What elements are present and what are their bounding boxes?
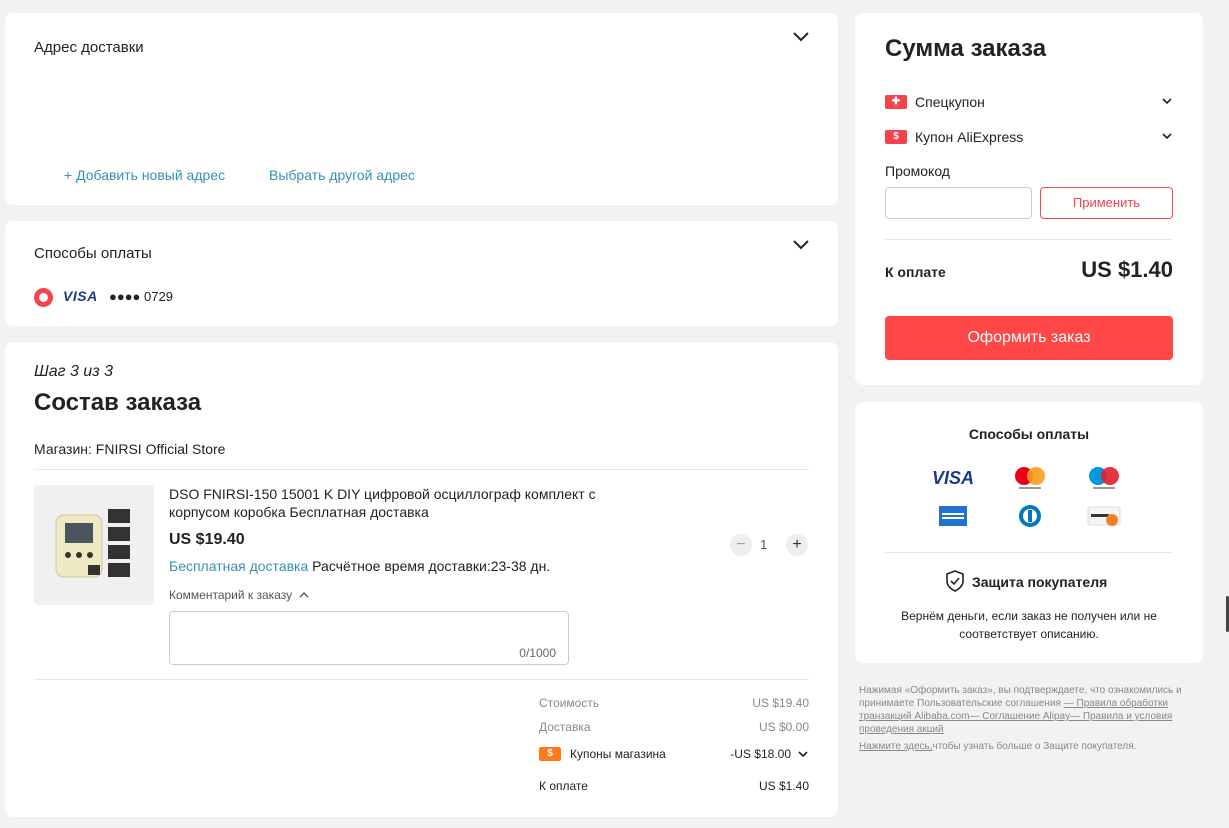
total-value: US $1.40 [758, 779, 809, 793]
chevron-down-icon[interactable] [792, 239, 809, 253]
divider [885, 552, 1173, 553]
divider [34, 679, 809, 680]
delivery-row: Доставка US $0.00 [539, 720, 809, 734]
order-comment-label: Комментарий к заказу [169, 588, 293, 602]
free-shipping-label: Бесплатная доставка [169, 558, 309, 574]
shield-check-icon [945, 570, 965, 595]
buyer-protection-title: Защита покупателя [972, 574, 1108, 590]
choose-other-address-link[interactable]: Выбрать другой адрес [269, 167, 415, 183]
protection-more-text: чтобы узнать больше о Защите покупателя. [932, 741, 1137, 752]
order-title: Состав заказа [34, 389, 202, 416]
card-number: ●●●● 0729 [109, 289, 173, 304]
aliexpress-coupon-label: Купон AliExpress [915, 129, 1024, 145]
order-summary-card: Сумма заказа ✚ Спецкупон $ Купон AliExpr… [855, 13, 1203, 385]
store-coupons-label: Купоны магазина [570, 747, 666, 761]
amount-due-label: К оплате [885, 264, 946, 280]
divider [34, 469, 809, 470]
special-coupon-icon: ✚ [885, 95, 907, 109]
chevron-down-icon[interactable] [792, 31, 809, 45]
amount-due-value: US $1.40 [1081, 257, 1173, 282]
mastercard-icon [1007, 464, 1053, 489]
product-image[interactable] [34, 485, 154, 605]
click-here-link[interactable]: Нажмите здесь, [859, 741, 933, 752]
total-row: К оплате US $1.40 [539, 779, 809, 793]
delivery-label: Доставка [539, 720, 591, 734]
divider [885, 239, 1173, 240]
store-coupons-value: -US $18.00 [730, 747, 791, 761]
total-label: К оплате [539, 779, 588, 793]
discover-icon [1081, 504, 1127, 528]
american-express-icon [930, 504, 976, 528]
aliexpress-coupon-icon: $ [885, 130, 907, 144]
legal-notice: Нажимая «Оформить заказ», вы подтверждае… [859, 684, 1204, 753]
order-summary-title: Сумма заказа [885, 35, 1047, 62]
payment-method-title: Способы оплаты [34, 245, 152, 262]
promo-code-input[interactable] [885, 187, 1032, 219]
delivery-time: Расчётное время доставки:23-38 дн. [312, 558, 551, 574]
diners-club-icon [1007, 504, 1053, 528]
payment-methods-card: Способы оплаты VISA Защита покупателя Ве… [855, 402, 1203, 663]
add-address-link[interactable]: + Добавить новый адрес [64, 167, 225, 183]
chevron-up-icon [299, 592, 309, 598]
visa-logo-icon: VISA [63, 288, 98, 304]
shipping-address-card: Адрес доставки + Добавить новый адрес Вы… [5, 13, 838, 205]
payment-methods-title: Способы оплаты [968, 426, 1090, 442]
visa-icon: VISA [931, 468, 974, 488]
quantity-decrease-button[interactable]: − [730, 534, 752, 556]
chevron-down-icon[interactable] [1161, 95, 1173, 107]
order-comment-input[interactable]: 0/1000 [169, 611, 569, 665]
cost-label: Стоимость [539, 696, 600, 710]
quantity-value: 1 [760, 537, 768, 552]
buyer-protection-description: Вернём деньги, если заказ не получен или… [901, 609, 1157, 641]
coupon-icon: $ [539, 747, 561, 761]
protection-info: Нажмите здесь,чтобы узнать больше о Защи… [859, 740, 1204, 753]
cost-row: Стоимость US $19.40 [539, 696, 809, 710]
checkout-step: Шаг 3 из 3 [34, 363, 113, 380]
chevron-down-icon[interactable] [1161, 130, 1173, 142]
payment-method-card: Способы оплаты VISA ●●●● 0729 [5, 221, 838, 326]
product-name[interactable]: DSO FNIRSI-150 15001 K DIY цифровой осци… [169, 485, 619, 521]
payment-radio[interactable] [34, 288, 53, 307]
promo-code-label: Промокод [885, 163, 950, 179]
maestro-icon [1081, 464, 1127, 489]
legal-paragraph: Нажимая «Оформить заказ», вы подтверждае… [859, 684, 1204, 736]
shipping-address-title: Адрес доставки [34, 39, 144, 56]
order-comment-toggle[interactable]: Комментарий к заказу [169, 588, 309, 602]
product-price: US $19.40 [169, 531, 245, 548]
quantity-increase-button[interactable]: + [786, 534, 808, 556]
chevron-down-icon[interactable] [797, 748, 809, 760]
store-name[interactable]: Магазин: FNIRSI Official Store [34, 441, 225, 457]
delivery-value: US $0.00 [758, 720, 809, 734]
order-items-card: Шаг 3 из 3 Состав заказа Магазин: FNIRSI… [5, 342, 838, 817]
cost-value: US $19.40 [752, 696, 809, 710]
comment-char-counter: 0/1000 [519, 646, 556, 660]
special-coupon-label: Спецкупон [915, 94, 985, 110]
apply-promo-button[interactable]: Применить [1040, 187, 1173, 219]
shipping-info: Бесплатная доставка Расчётное время дост… [169, 558, 550, 574]
place-order-button[interactable]: Оформить заказ [885, 316, 1173, 360]
